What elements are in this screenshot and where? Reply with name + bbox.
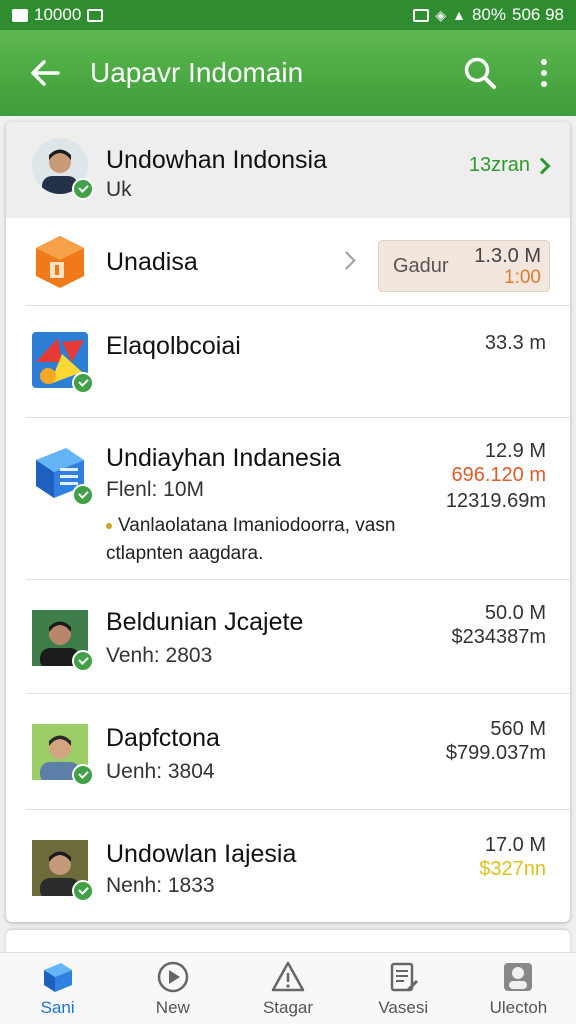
installed-badge-icon bbox=[72, 880, 94, 902]
status-left-text: 10000 bbox=[34, 5, 82, 24]
item-name: Dapfctona bbox=[106, 724, 220, 752]
item-size: 560 M bbox=[490, 718, 546, 740]
item-size-highlight: $327nn bbox=[479, 858, 546, 880]
search-icon bbox=[464, 57, 496, 89]
status-bar: 10000 ◈ ▲ 80% 506 98 bbox=[0, 0, 576, 30]
item-description-text: Vanlaolatana Imaniodoorra, vasn ctlapnte… bbox=[106, 515, 396, 564]
stack-icon bbox=[41, 960, 75, 994]
item-size: 33.3 m bbox=[484, 332, 546, 354]
profile-icon bbox=[501, 960, 535, 994]
item-name: Undowhan Indonsia bbox=[106, 146, 327, 174]
screenshot-icon bbox=[87, 8, 104, 22]
nav-item-new[interactable]: New bbox=[115, 953, 230, 1024]
wifi-icon: ◈ bbox=[435, 6, 447, 23]
item-link[interactable]: 13zran bbox=[468, 154, 551, 177]
alarm-icon bbox=[413, 8, 430, 22]
avatar bbox=[32, 724, 94, 786]
nav-label: Vasesi bbox=[378, 997, 429, 1017]
item-name: Elaqolbcoiai bbox=[106, 332, 241, 360]
nav-item-vasesi[interactable]: Vasesi bbox=[346, 953, 461, 1024]
warning-icon bbox=[271, 960, 305, 994]
item-sub: Flenl: 10M bbox=[106, 478, 205, 501]
promo-box[interactable]: Gadur 1.3.0 M 1:00 bbox=[378, 240, 550, 292]
nav-label: Stagar bbox=[262, 997, 314, 1017]
item-description: Vanlaolatana Imaniodoorra, vasn ctlapnte… bbox=[106, 512, 406, 568]
installed-badge-icon bbox=[72, 764, 94, 786]
app-bar: Uapavr Indomain bbox=[0, 30, 576, 116]
promo-size: 1.3.0 M bbox=[474, 245, 541, 267]
page-title: Uapavr Indomain bbox=[90, 57, 304, 88]
item-sub: Nenh: 1833 bbox=[106, 874, 215, 897]
item-sub: Uenh: 3804 bbox=[106, 760, 215, 783]
installed-badge-icon bbox=[72, 372, 94, 394]
back-button[interactable] bbox=[0, 30, 90, 116]
nav-item-sani[interactable]: Sani bbox=[0, 953, 115, 1024]
list-item[interactable]: Elaqolbcoiai 33.3 m bbox=[6, 306, 570, 418]
installed-badge-icon bbox=[72, 650, 94, 672]
promo-extra: 1:00 bbox=[504, 267, 541, 288]
list-item[interactable]: Dapfctona Uenh: 3804 560 M $799.037m bbox=[6, 694, 570, 810]
item-link-label: 13zran bbox=[468, 154, 530, 176]
notification-icon bbox=[12, 8, 28, 22]
chevron-right-icon bbox=[337, 251, 356, 270]
item-sub: Uk bbox=[106, 178, 132, 201]
avatar bbox=[32, 840, 94, 902]
avatar bbox=[32, 138, 94, 200]
installed-badge-icon bbox=[72, 178, 94, 200]
nav-label: Ulectoh bbox=[489, 997, 548, 1017]
promo-label: Gadur bbox=[393, 255, 449, 277]
item-size: 50.0 M bbox=[484, 602, 546, 624]
app-icon bbox=[32, 444, 94, 506]
list-item[interactable]: Undiayhan Indanesia Flenl: 10M Vanlaolat… bbox=[6, 418, 570, 580]
item-name: Undowlan Iajesia bbox=[106, 840, 297, 868]
app-icon bbox=[32, 332, 94, 394]
battery-level: 80% bbox=[471, 5, 506, 24]
nav-item-ulectoh[interactable]: Ulectoh bbox=[461, 953, 576, 1024]
more-options-button[interactable] bbox=[512, 30, 576, 116]
chevron-right-icon bbox=[533, 157, 551, 174]
bullet-icon bbox=[106, 522, 112, 529]
search-button[interactable] bbox=[448, 30, 512, 116]
item-size: 17.0 M bbox=[484, 834, 546, 856]
list-item[interactable]: Unadisa Gadur 1.3.0 M 1:00 bbox=[6, 218, 570, 306]
installed-badge-icon bbox=[72, 484, 94, 506]
signal-icon: ▲ bbox=[452, 7, 466, 23]
document-edit-icon bbox=[386, 960, 420, 994]
nav-label: Sani bbox=[40, 997, 75, 1017]
list-item[interactable]: Undowlan Iajesia Nenh: 1833 17.0 M $327n… bbox=[6, 810, 570, 922]
app-list: Undowhan Indonsia Uk 13zran Unadisa Gadu… bbox=[6, 122, 570, 922]
box-icon bbox=[36, 236, 84, 288]
item-size-extra: $799.037m bbox=[445, 742, 546, 764]
avatar bbox=[32, 610, 94, 672]
item-size: 12.9 M bbox=[484, 440, 546, 462]
item-size-extra: 12319.69m bbox=[445, 490, 546, 512]
item-name: Undiayhan Indanesia bbox=[106, 444, 341, 472]
play-circle-icon bbox=[156, 960, 190, 994]
item-name: Beldunian Jcajete bbox=[106, 608, 304, 636]
list-item[interactable]: Beldunian Jcajete Venh: 2803 50.0 M $234… bbox=[6, 580, 570, 694]
more-vert-icon bbox=[541, 59, 547, 87]
nav-item-stagar[interactable]: Stagar bbox=[230, 953, 345, 1024]
item-size-extra: $234387m bbox=[451, 626, 546, 648]
list-item[interactable]: Undowhan Indonsia Uk 13zran bbox=[6, 122, 570, 218]
arrow-left-icon bbox=[31, 60, 60, 86]
bottom-navigation: Sani New Stagar Vasesi Ulectoh bbox=[0, 952, 576, 1024]
item-name: Unadisa bbox=[106, 248, 198, 276]
item-sub: Venh: 2803 bbox=[106, 644, 213, 667]
status-right-text: 506 98 bbox=[512, 5, 564, 24]
app-icon bbox=[32, 234, 88, 290]
nav-label: New bbox=[155, 997, 190, 1017]
item-size-highlight: 696.120 m bbox=[451, 464, 546, 486]
